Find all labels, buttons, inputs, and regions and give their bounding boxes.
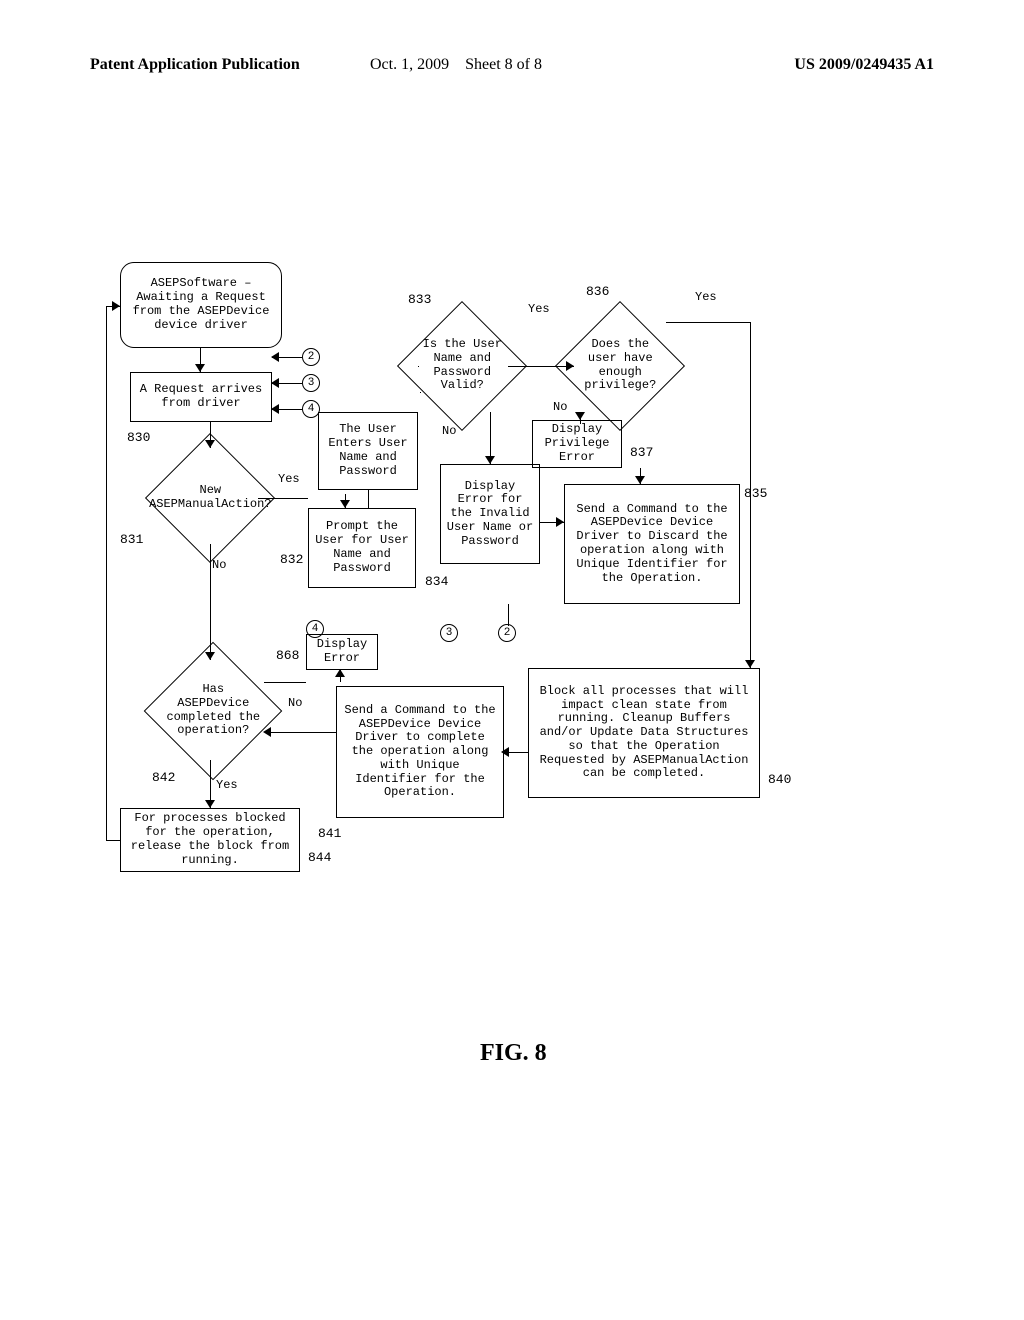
box-privilege-error: Display Privilege Error xyxy=(532,420,622,468)
edge xyxy=(368,490,369,508)
state-awaiting-request: ASEPSoftware – Awaiting a Request from t… xyxy=(120,262,282,348)
figure-label-number: 8 xyxy=(535,1040,547,1066)
edge-yes-1: Yes xyxy=(278,472,300,486)
edge xyxy=(264,682,306,683)
edge xyxy=(418,366,419,367)
arrowhead-icon xyxy=(266,352,279,362)
edge-no-1: No xyxy=(212,558,226,572)
box-request-arrives: A Request arrives from driver xyxy=(130,372,272,422)
arrowhead-icon xyxy=(266,404,279,414)
figure-label: FIG. 8 xyxy=(480,1040,547,1067)
ref-837: 837 xyxy=(630,445,653,460)
ref-833: 833 xyxy=(408,292,431,307)
diamond-credentials-valid-text: Is the User Name and Password Valid? xyxy=(417,338,507,393)
arrowhead-icon xyxy=(745,660,755,673)
arrowhead-icon xyxy=(266,378,279,388)
edge-yes-2: Yes xyxy=(528,302,550,316)
edge xyxy=(106,840,120,841)
connector-3-in: 3 xyxy=(302,374,320,392)
edge xyxy=(508,604,509,626)
box-invalid-creds-error: Display Error for the Invalid User Name … xyxy=(440,464,540,564)
edge xyxy=(666,322,750,323)
arrowhead-icon xyxy=(485,456,495,469)
header-sheet: Sheet 8 of 8 xyxy=(465,56,542,73)
figure-label-prefix: FIG. xyxy=(480,1040,529,1066)
edge xyxy=(258,498,308,499)
box-invalid-creds-error-text: Display Error for the Invalid User Name … xyxy=(445,480,535,549)
header-date: Oct. 1, 2009 xyxy=(370,56,449,73)
page-header: Patent Application Publication Oct. 1, 2… xyxy=(0,56,1024,86)
box-block-processes: Block all processes that will impact cle… xyxy=(528,668,760,798)
box-release-block-text: For processes blocked for the operation,… xyxy=(125,812,295,867)
ref-836: 836 xyxy=(586,284,609,299)
arrowhead-icon xyxy=(195,364,205,377)
connector-2-in: 2 xyxy=(302,348,320,366)
box-send-complete-text: Send a Command to the ASEPDevice Device … xyxy=(341,704,499,801)
box-privilege-error-text: Display Privilege Error xyxy=(537,423,617,464)
edge-yes-4: Yes xyxy=(216,778,238,792)
arrowhead-icon xyxy=(496,747,509,757)
box-block-processes-text: Block all processes that will impact cle… xyxy=(533,685,755,782)
edge xyxy=(106,306,107,840)
box-prompt-user: Prompt the User for User Name and Passwo… xyxy=(308,508,416,588)
box-request-arrives-text: A Request arrives from driver xyxy=(135,383,267,411)
box-release-block: For processes blocked for the operation,… xyxy=(120,808,300,872)
header-mid: Oct. 1, 2009 Sheet 8 of 8 xyxy=(370,56,542,74)
ref-840: 840 xyxy=(768,772,791,787)
ref-831: 831 xyxy=(120,532,143,547)
arrowhead-icon xyxy=(556,517,569,527)
connector-3-out: 3 xyxy=(440,624,458,642)
box-user-enters: The User Enters User Name and Password xyxy=(318,412,418,490)
diamond-device-completed-text: Has ASEPDevice completed the operation? xyxy=(165,683,261,738)
figure-8-flowchart: ASEPSoftware – Awaiting a Request from t… xyxy=(120,262,780,1022)
edge xyxy=(508,366,574,367)
state-awaiting-request-text: ASEPSoftware – Awaiting a Request from t… xyxy=(127,277,275,332)
edge-no-4: No xyxy=(288,696,302,710)
arrowhead-icon xyxy=(205,800,215,813)
ref-844: 844 xyxy=(308,850,331,865)
connector-2-out: 2 xyxy=(498,624,516,642)
ref-830: 830 xyxy=(127,430,150,445)
arrowhead-icon xyxy=(340,500,350,513)
edge xyxy=(266,732,336,733)
box-send-complete: Send a Command to the ASEPDevice Device … xyxy=(336,686,504,818)
header-left: Patent Application Publication xyxy=(90,56,300,74)
ref-832: 832 xyxy=(280,552,303,567)
edge xyxy=(210,544,211,660)
box-prompt-user-text: Prompt the User for User Name and Passwo… xyxy=(313,520,411,575)
edge-no-2: No xyxy=(442,424,456,438)
arrowhead-icon xyxy=(566,361,579,371)
box-display-error-text: Display Error xyxy=(311,638,373,666)
edge xyxy=(420,392,421,393)
ref-834: 834 xyxy=(425,574,448,589)
edge xyxy=(750,322,751,668)
arrowhead-icon xyxy=(258,727,271,737)
diamond-new-manual-action-text: New ASEPManualAction? xyxy=(149,484,271,512)
arrowhead-icon xyxy=(112,301,125,311)
ref-835: 835 xyxy=(744,486,767,501)
arrowhead-icon xyxy=(575,412,585,425)
edge-no-3: No xyxy=(553,400,567,414)
header-right: US 2009/0249435 A1 xyxy=(794,56,934,74)
arrowhead-icon xyxy=(335,664,345,677)
box-send-discard: Send a Command to the ASEPDevice Device … xyxy=(564,484,740,604)
diamond-enough-privilege-text: Does the user have enough privilege? xyxy=(575,338,665,393)
ref-868: 868 xyxy=(276,648,299,663)
box-user-enters-text: The User Enters User Name and Password xyxy=(323,423,413,478)
box-send-discard-text: Send a Command to the ASEPDevice Device … xyxy=(569,503,735,586)
ref-841: 841 xyxy=(318,826,341,841)
arrowhead-icon xyxy=(205,652,215,665)
edge-yes-3: Yes xyxy=(695,290,717,304)
arrowhead-icon xyxy=(205,440,215,453)
ref-842: 842 xyxy=(152,770,175,785)
arrowhead-icon xyxy=(635,476,645,489)
